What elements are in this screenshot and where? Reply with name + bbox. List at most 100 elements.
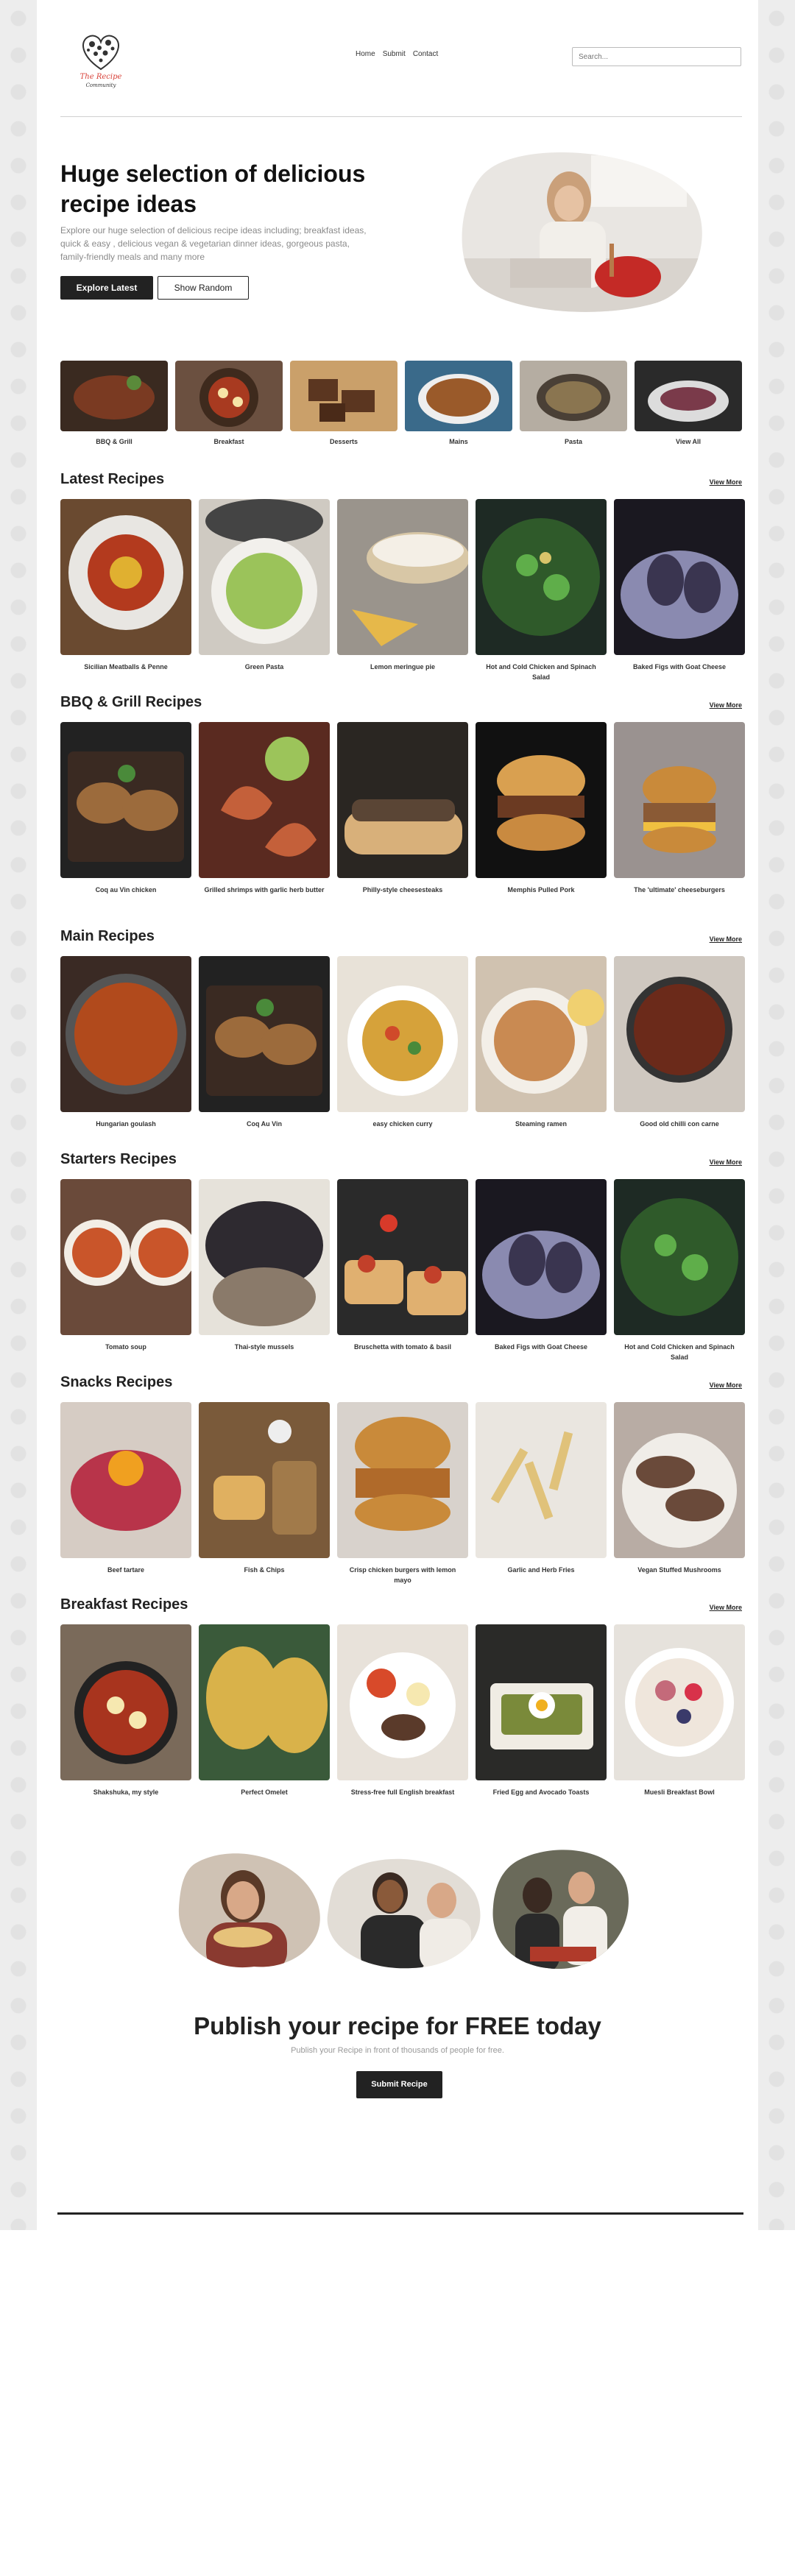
recipe-card[interactable]: Memphis Pulled Pork xyxy=(476,722,607,895)
explore-latest-button[interactable]: Explore Latest xyxy=(60,276,153,300)
recipe-card[interactable]: Crisp chicken burgers with lemon mayo xyxy=(337,1402,468,1585)
category-image xyxy=(520,361,627,431)
recipe-label: Muesli Breakfast Bowl xyxy=(644,1788,715,1796)
recipe-card[interactable]: Steaming ramen xyxy=(476,956,607,1129)
category-label: Breakfast xyxy=(213,438,244,445)
category-pasta[interactable]: Pasta xyxy=(520,361,627,445)
community-image-2 xyxy=(324,1849,486,1972)
recipe-card[interactable]: easy chicken curry xyxy=(337,956,468,1129)
recipe-card[interactable]: Lemon meringue pie xyxy=(337,499,468,672)
recipe-image xyxy=(199,499,330,655)
recipe-card[interactable]: Bruschetta with tomato & basil xyxy=(337,1179,468,1352)
category-mains[interactable]: Mains xyxy=(405,361,512,445)
recipe-image xyxy=(337,1624,468,1780)
hero-image xyxy=(459,148,709,314)
category-image xyxy=(175,361,283,431)
recipe-card[interactable]: Good old chilli con carne xyxy=(614,956,745,1129)
recipe-card[interactable]: Coq Au Vin xyxy=(199,956,330,1129)
recipe-image xyxy=(337,722,468,878)
view-more-breakfast[interactable]: View More xyxy=(710,1604,742,1611)
recipe-card[interactable]: Vegan Stuffed Mushrooms xyxy=(614,1402,745,1575)
recipe-label: Thai-style mussels xyxy=(234,1343,294,1351)
recipe-card[interactable]: Sicilian Meatballs & Penne xyxy=(60,499,191,672)
site-logo[interactable]: The Recipe Community xyxy=(66,24,136,93)
recipe-label: Baked Figs with Goat Cheese xyxy=(632,663,727,670)
recipe-image xyxy=(337,1179,468,1335)
view-more-main[interactable]: View More xyxy=(710,935,742,943)
recipe-image xyxy=(199,956,330,1112)
category-bbq-grill[interactable]: BBQ & Grill xyxy=(60,361,168,445)
view-more-bbq[interactable]: View More xyxy=(710,701,742,709)
category-breakfast[interactable]: Breakfast xyxy=(175,361,283,445)
recipe-label: Perfect Omelet xyxy=(241,1788,288,1796)
recipe-label: Green Pasta xyxy=(244,663,284,670)
recipe-image xyxy=(337,1402,468,1558)
view-more-snacks[interactable]: View More xyxy=(710,1381,742,1389)
recipe-card[interactable]: Green Pasta xyxy=(199,499,330,672)
recipe-card[interactable]: The 'ultimate' cheeseburgers xyxy=(614,722,745,895)
recipe-card[interactable]: Garlic and Herb Fries xyxy=(476,1402,607,1575)
show-random-button[interactable]: Show Random xyxy=(158,276,249,300)
background-pattern-right xyxy=(758,0,795,2230)
recipe-card[interactable]: Stress-free full English breakfast xyxy=(337,1624,468,1797)
recipe-card[interactable]: Shakshuka, my style xyxy=(60,1624,191,1797)
recipe-card[interactable]: Grilled shrimps with garlic herb butter xyxy=(199,722,330,895)
recipe-label: Sicilian Meatballs & Penne xyxy=(84,663,168,670)
recipe-card[interactable]: Baked Figs with Goat Cheese xyxy=(614,499,745,672)
recipe-label: Stress-free full English breakfast xyxy=(350,1788,455,1796)
recipe-image xyxy=(60,956,191,1112)
recipe-label: Fish & Chips xyxy=(244,1566,285,1574)
community-image-3 xyxy=(486,1844,633,1972)
recipe-image xyxy=(60,1179,191,1335)
search-input[interactable] xyxy=(572,47,741,66)
recipe-card[interactable]: Fish & Chips xyxy=(199,1402,330,1575)
recipe-card[interactable]: Philly-style cheesesteaks xyxy=(337,722,468,895)
recipe-label: Coq Au Vin xyxy=(247,1120,282,1128)
nav-contact[interactable]: Contact xyxy=(413,50,438,58)
category-label: Desserts xyxy=(329,438,358,445)
recipe-card[interactable]: Hungarian goulash xyxy=(60,956,191,1129)
recipe-label: Beef tartare xyxy=(107,1566,145,1574)
svg-text:Community: Community xyxy=(86,82,117,88)
recipe-image xyxy=(199,1624,330,1780)
main-nav: Home Submit Contact xyxy=(356,50,438,58)
recipe-image xyxy=(60,722,191,878)
recipe-card[interactable]: Baked Figs with Goat Cheese xyxy=(476,1179,607,1352)
category-label: View All xyxy=(675,438,701,445)
recipe-label: Crisp chicken burgers with lemon mayo xyxy=(349,1566,456,1584)
recipe-card[interactable]: Fried Egg and Avocado Toasts xyxy=(476,1624,607,1797)
hero-description: Explore our huge selection of delicious … xyxy=(60,225,367,262)
recipe-card[interactable]: Beef tartare xyxy=(60,1402,191,1575)
recipe-card[interactable]: Muesli Breakfast Bowl xyxy=(614,1624,745,1797)
recipe-card[interactable]: Tomato soup xyxy=(60,1179,191,1352)
category-label: Pasta xyxy=(564,438,583,445)
recipe-label: Coq au Vin chicken xyxy=(95,886,157,894)
recipe-label: Memphis Pulled Pork xyxy=(507,886,575,894)
section-title-latest: Latest Recipes xyxy=(60,471,165,487)
recipe-card[interactable]: Hot and Cold Chicken and Spinach Salad xyxy=(614,1179,745,1362)
recipe-card[interactable]: Thai-style mussels xyxy=(199,1179,330,1352)
recipe-image xyxy=(476,1624,607,1780)
recipe-card[interactable]: Coq au Vin chicken xyxy=(60,722,191,895)
view-more-starters[interactable]: View More xyxy=(710,1158,742,1166)
recipe-label: Grilled shrimps with garlic herb butter xyxy=(204,886,325,894)
recipe-label: Hungarian goulash xyxy=(96,1120,156,1128)
recipe-image xyxy=(60,1402,191,1558)
recipe-label: The 'ultimate' cheeseburgers xyxy=(634,886,725,894)
recipe-card[interactable]: Hot and Cold Chicken and Spinach Salad xyxy=(476,499,607,682)
recipe-image xyxy=(476,1179,607,1335)
category-image xyxy=(635,361,742,431)
recipe-image xyxy=(476,499,607,655)
category-view-all[interactable]: View All xyxy=(635,361,742,445)
recipe-card[interactable]: Perfect Omelet xyxy=(199,1624,330,1797)
submit-recipe-button[interactable]: Submit Recipe xyxy=(356,2071,442,2098)
category-image xyxy=(405,361,512,431)
category-desserts[interactable]: Desserts xyxy=(290,361,398,445)
nav-home[interactable]: Home xyxy=(356,50,375,58)
recipe-label: Baked Figs with Goat Cheese xyxy=(494,1343,588,1351)
recipe-image xyxy=(614,956,745,1112)
nav-submit[interactable]: Submit xyxy=(383,50,406,58)
recipe-image xyxy=(614,499,745,655)
recipe-image xyxy=(60,499,191,655)
view-more-latest[interactable]: View More xyxy=(710,478,742,486)
